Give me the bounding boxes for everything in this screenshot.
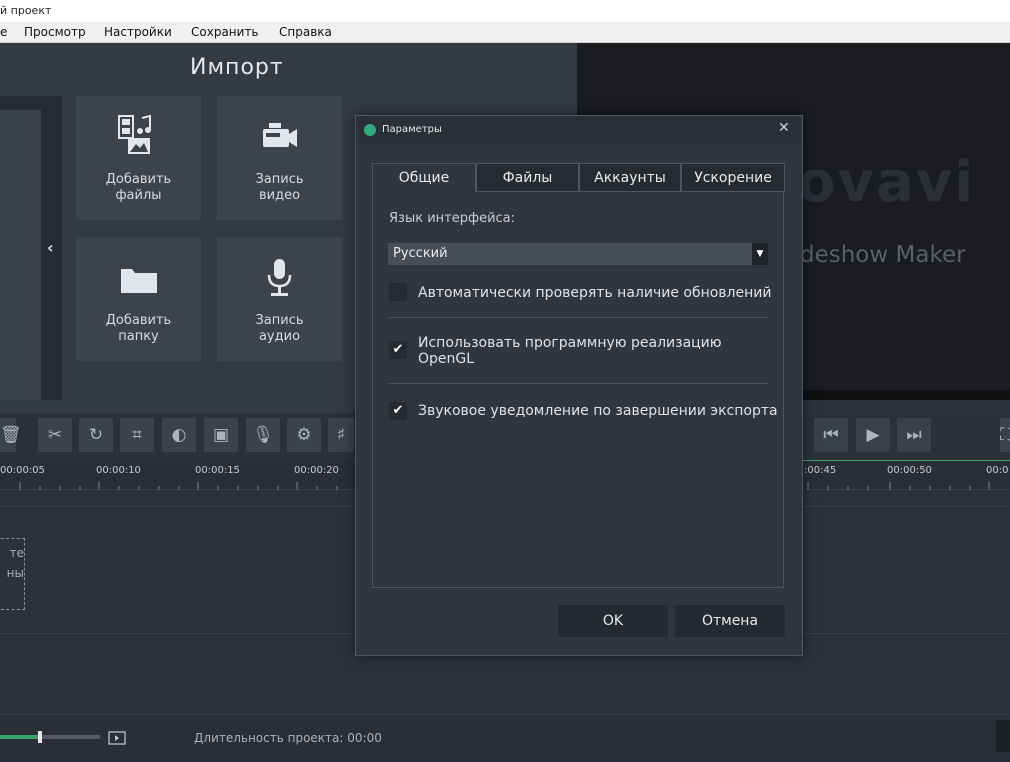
- collapse-sidebar-button[interactable]: ‹: [47, 238, 54, 257]
- export-sound-label: Звуковое уведомление по завершении экспо…: [418, 403, 778, 419]
- menu-item-settings[interactable]: Настройки: [104, 25, 172, 39]
- add-files-label-2: файлы: [115, 188, 162, 203]
- menu-item-file[interactable]: е: [0, 25, 7, 39]
- project-duration-label: Длительность проекта:: [194, 731, 344, 745]
- divider: [388, 317, 768, 318]
- cut-icon[interactable]: ✂: [38, 418, 72, 452]
- next-frame-icon[interactable]: ⏭: [897, 418, 931, 452]
- software-opengl-label-1: Использовать программную реализацию: [418, 335, 722, 351]
- project-duration: Длительность проекта: 00:00: [194, 731, 382, 745]
- menu-item-help[interactable]: Справка: [279, 25, 332, 39]
- add-folder-label-2: папку: [118, 329, 159, 344]
- video-camera-icon: [217, 114, 342, 158]
- fit-timeline-icon[interactable]: [108, 730, 126, 745]
- preview-subtitle: deshow Maker: [800, 242, 966, 268]
- color-adjust-icon[interactable]: ◐: [162, 418, 196, 452]
- export-button[interactable]: [996, 720, 1010, 752]
- close-icon[interactable]: ✕: [778, 120, 790, 136]
- status-bar: [0, 714, 1010, 762]
- auto-update-checkbox[interactable]: [389, 283, 407, 301]
- preview-progress-strip: [800, 390, 1010, 400]
- add-folder-label-1: Добавить: [105, 313, 172, 328]
- menu-bar: е Просмотр Настройки Сохранить Справка: [0, 22, 1010, 43]
- language-label: Язык интерфейса:: [389, 211, 516, 226]
- settings-gear-icon[interactable]: ⚙: [287, 418, 321, 452]
- software-opengl-label: Использовать программную реализацию Open…: [418, 335, 722, 367]
- cancel-button[interactable]: Отмена: [675, 605, 785, 637]
- record-video-button[interactable]: Запись видео: [217, 96, 342, 220]
- import-sidebar-list[interactable]: [0, 110, 41, 400]
- ruler-tick-label: 00:00:20: [294, 465, 339, 476]
- record-audio-label-1: Запись: [255, 313, 304, 328]
- zoom-slider-fill: [0, 735, 40, 739]
- ruler-tick-label: 00:00:05: [0, 465, 45, 476]
- tab-general[interactable]: Общие: [372, 163, 476, 192]
- previous-frame-icon[interactable]: ⏮: [814, 418, 848, 452]
- divider: [388, 383, 768, 384]
- menu-item-save[interactable]: Сохранить: [191, 25, 259, 39]
- fullscreen-icon[interactable]: ⛶: [1000, 418, 1010, 452]
- rotate-icon[interactable]: ↻: [79, 418, 113, 452]
- add-files-icon: [76, 114, 201, 158]
- window-title-bar: й проект: [0, 0, 1010, 22]
- menu-item-view[interactable]: Просмотр: [24, 25, 86, 39]
- microphone-icon: [217, 255, 342, 299]
- record-video-label-2: видео: [258, 188, 301, 203]
- preview-logo: ovavi: [797, 150, 976, 215]
- record-audio-label-2: аудио: [258, 329, 301, 344]
- record-audio-button[interactable]: Запись аудио: [217, 237, 342, 361]
- ruler-tick-label: 00:0: [986, 465, 1009, 476]
- ok-button[interactable]: OK: [558, 605, 668, 637]
- add-files-button[interactable]: Добавить файлы: [76, 96, 201, 220]
- import-title: Импорт: [190, 55, 284, 80]
- tab-files[interactable]: Файлы: [476, 163, 579, 192]
- record-video-label-1: Запись: [255, 172, 304, 187]
- tab-acceleration[interactable]: Ускорение: [681, 163, 785, 192]
- zoom-slider-handle[interactable]: [38, 731, 42, 743]
- ruler-tick-label: 00:00:10: [96, 465, 141, 476]
- software-opengl-checkbox[interactable]: ✔: [389, 341, 407, 359]
- delete-icon[interactable]: 🗑: [0, 418, 22, 452]
- ruler-tick-label: 00:00:50: [887, 465, 932, 476]
- ruler-tick-label: :00:45: [804, 465, 837, 476]
- chevron-down-icon[interactable]: ▼: [752, 243, 768, 265]
- image-icon[interactable]: ▣: [204, 418, 238, 452]
- add-folder-button[interactable]: Добавить папку: [76, 237, 201, 361]
- folder-icon: [76, 255, 201, 299]
- tab-accounts[interactable]: Аккаунты: [579, 163, 681, 192]
- software-opengl-label-2: OpenGL: [418, 351, 475, 367]
- drop-files-zone[interactable]: те ны: [0, 538, 25, 610]
- dialog-title: Параметры: [382, 124, 442, 135]
- window-title: й проект: [0, 4, 52, 17]
- microphone-icon[interactable]: 🎙: [246, 418, 280, 452]
- add-files-label-1: Добавить: [105, 172, 172, 187]
- equalizer-icon[interactable]: ♯: [328, 418, 354, 452]
- ruler-tick-label: 00:00:15: [195, 465, 240, 476]
- app-logo-icon: [364, 124, 376, 136]
- play-icon[interactable]: ▶: [856, 418, 890, 452]
- drop-zone-text-1: те: [9, 546, 24, 560]
- crop-icon[interactable]: ⌗: [120, 418, 154, 452]
- project-duration-value: 00:00: [347, 731, 382, 745]
- language-select[interactable]: Русский: [388, 243, 768, 265]
- export-sound-checkbox[interactable]: ✔: [389, 402, 407, 420]
- drop-zone-text-2: ны: [6, 566, 24, 580]
- auto-update-label: Автоматически проверять наличие обновлен…: [418, 285, 772, 301]
